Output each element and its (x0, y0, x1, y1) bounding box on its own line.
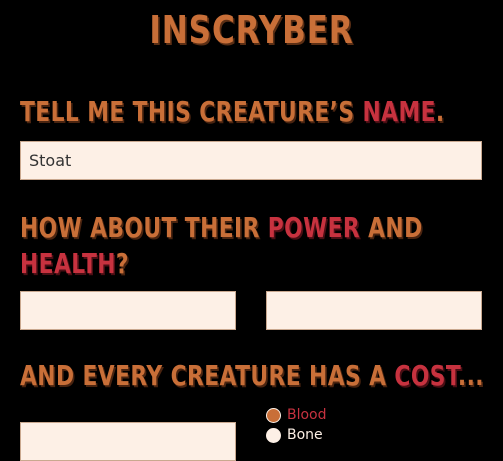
app-title: INSCRYBER (149, 8, 354, 52)
name-heading-text: TELL ME THIS CREATURE’S (20, 95, 363, 128)
cost-option-label: Blood (287, 407, 327, 423)
stats-heading-and: AND (360, 211, 423, 244)
stats-heading: HOW ABOUT THEIR POWER AND HEALTH? (20, 210, 423, 282)
name-heading-end: . (435, 95, 445, 128)
radio-checked-icon[interactable] (266, 407, 281, 423)
name-heading: TELL ME THIS CREATURE’S NAME. (20, 94, 445, 130)
cost-heading-end: ... (457, 359, 484, 392)
radio-unchecked-icon[interactable] (266, 427, 281, 443)
cost-option-bone[interactable]: Bone (266, 426, 323, 444)
power-input[interactable] (20, 291, 236, 330)
cost-input[interactable] (20, 422, 236, 461)
cost-option-label: Bone (287, 427, 323, 443)
stats-heading-text: HOW ABOUT THEIR (20, 211, 268, 244)
stats-heading-power: POWER (267, 211, 361, 244)
cost-heading: AND EVERY CREATURE HAS A COST... (20, 358, 484, 394)
cost-heading-text: AND EVERY CREATURE HAS A (20, 359, 395, 392)
stats-heading-end: ? (115, 247, 129, 280)
creature-name-input[interactable] (20, 141, 482, 180)
cost-option-blood[interactable]: Blood (266, 406, 327, 424)
health-input[interactable] (266, 291, 482, 330)
stats-heading-health: HEALTH (20, 247, 116, 280)
name-heading-accent: NAME (362, 95, 436, 128)
stats-heading-line2: HEALTH? (20, 246, 423, 282)
cost-heading-accent: COST (394, 359, 458, 392)
